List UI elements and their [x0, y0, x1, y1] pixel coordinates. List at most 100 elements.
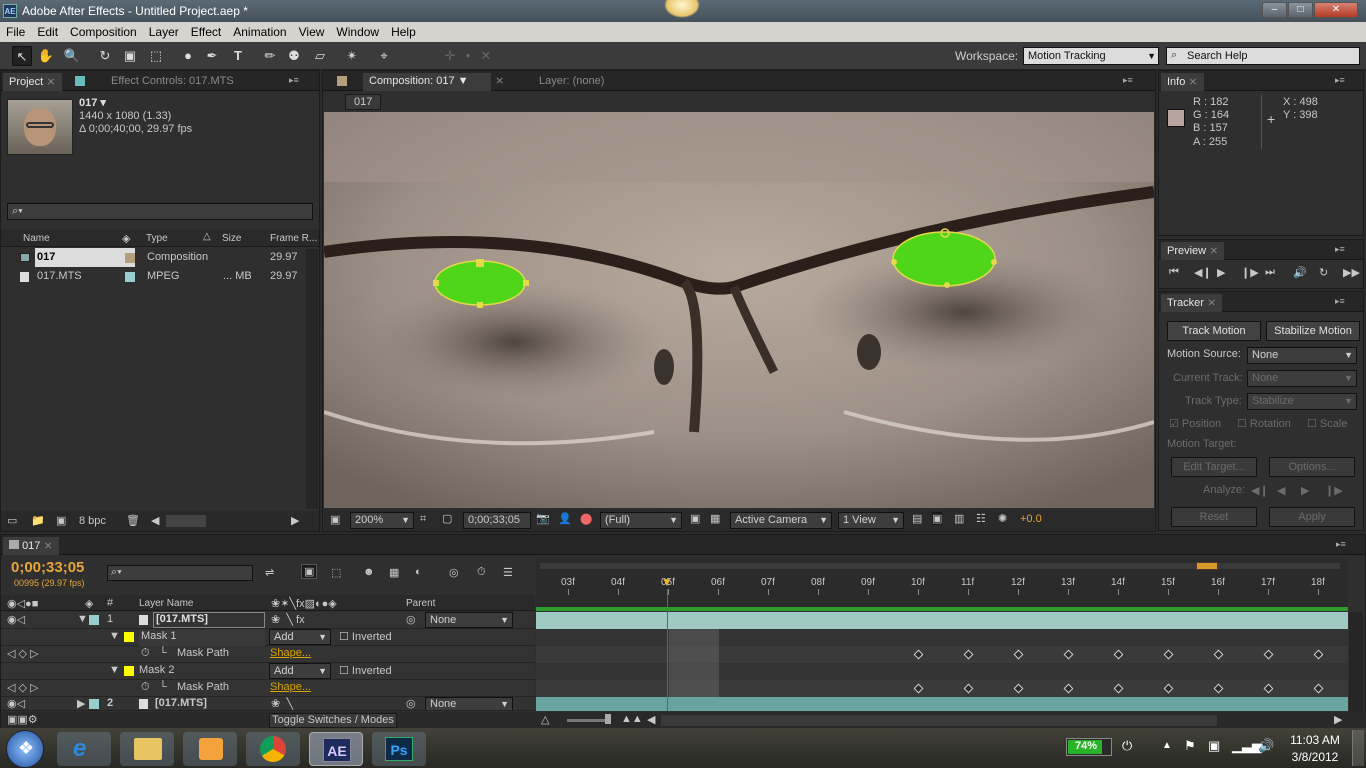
interpret-footage-icon[interactable]: ▭: [7, 514, 17, 527]
panel-menu-icon[interactable]: ▸≡: [1335, 296, 1349, 306]
roto-brush-tool-icon[interactable]: ✴: [342, 46, 362, 66]
expand-triangle-icon[interactable]: ▼: [109, 664, 120, 676]
new-folder-icon[interactable]: 📁: [31, 514, 45, 527]
playhead-icon[interactable]: ▼: [661, 575, 673, 589]
layer-2-parent-select[interactable]: None ▼: [425, 697, 513, 710]
col-size[interactable]: Size: [222, 233, 241, 244]
project-search-input[interactable]: ⌕▾: [7, 203, 313, 220]
close-icon[interactable]: ⨯: [1188, 76, 1197, 88]
show-snapshot-icon[interactable]: 👤: [558, 512, 572, 525]
first-frame-icon[interactable]: ⏮: [1169, 266, 1179, 279]
close-icon[interactable]: ⨯: [46, 76, 55, 88]
snapshot-camera-icon[interactable]: 📷: [536, 512, 550, 525]
layer-1-duration-bar[interactable]: [536, 612, 1348, 629]
mask-1-path-row[interactable]: ◁ ◇ ▷ ⏱ └ Mask Path Shape...: [1, 646, 535, 663]
panel-menu-icon[interactable]: ▸≡: [1123, 75, 1137, 85]
reset-exposure-icon[interactable]: ✺: [998, 512, 1007, 525]
timeline-h-scroll-thumb[interactable]: [661, 715, 1217, 726]
mask-2-mode-select[interactable]: Add ▼: [269, 663, 331, 679]
close-icon[interactable]: ⨯: [43, 540, 52, 552]
brainstorm-icon[interactable]: ◎: [449, 566, 459, 579]
layer-row-1[interactable]: ◉◁ ▼ 1 [017.MTS] ❀ ╲ fx ◎ None ▼: [1, 612, 535, 629]
mask-2-inverted-checkbox[interactable]: ☐ Inverted: [339, 664, 392, 677]
work-area-bar[interactable]: [540, 563, 1340, 569]
menu-help[interactable]: Help: [385, 22, 422, 39]
flowchart-icon[interactable]: ☷: [976, 512, 986, 525]
mask-1-mode-select[interactable]: Add ▼: [269, 629, 331, 645]
camera-view-select[interactable]: Active Camera ▼: [730, 512, 832, 529]
maximize-button[interactable]: □: [1288, 2, 1313, 18]
brush-tool-icon[interactable]: ✏: [260, 46, 280, 66]
photoshop-taskbar-button[interactable]: Ps: [372, 732, 426, 766]
last-frame-icon[interactable]: ⏭: [1265, 266, 1275, 279]
project-row-comp[interactable]: 017 Composition 29.97: [15, 248, 305, 267]
project-row-footage[interactable]: 017.MTS MPEG ... MB 29.97: [15, 267, 305, 286]
expand-triangle-icon[interactable]: ▶: [77, 697, 85, 710]
motion-source-select[interactable]: None ▼: [1247, 347, 1357, 364]
menu-animation[interactable]: Animation: [227, 22, 292, 39]
start-button[interactable]: ❖: [6, 730, 44, 768]
panel-menu-icon[interactable]: ▸≡: [289, 75, 303, 85]
track-motion-button[interactable]: Track Motion: [1167, 321, 1261, 341]
time-ruler[interactable]: 03f 04f 05f 06f 07f 08f 09f 10f 11f 12f 13f 14f 15f 1…: [536, 559, 1348, 595]
zoom-in-mountain-icon[interactable]: ▲▲: [621, 713, 643, 725]
scroll-right-icon[interactable]: ▶: [1334, 713, 1342, 726]
tab-effect-controls[interactable]: Effect Controls: 017.MTS: [105, 73, 240, 91]
exposure-value[interactable]: +0.0: [1020, 513, 1042, 525]
timeline-search-input[interactable]: ⌕▾: [107, 565, 253, 581]
camera-tool-icon[interactable]: ▣: [120, 46, 140, 66]
stabilize-motion-button[interactable]: Stabilize Motion: [1266, 321, 1360, 341]
mask-1-shape-link[interactable]: Shape...: [270, 647, 311, 659]
parent-pickwhip-icon[interactable]: ◎: [406, 613, 416, 626]
layer-2-name[interactable]: [017.MTS]: [155, 697, 207, 709]
layer-1-name[interactable]: [017.MTS]: [153, 612, 265, 628]
previous-frame-icon[interactable]: ◀❙: [1194, 266, 1212, 279]
show-hidden-icons[interactable]: ▲: [1162, 740, 1172, 751]
panel-menu-icon[interactable]: ▸≡: [1335, 244, 1349, 254]
eraser-tool-icon[interactable]: ▱: [310, 46, 330, 66]
toggle-switches-modes-button[interactable]: Toggle Switches / Modes: [269, 713, 397, 728]
graph-editor-icon[interactable]: ☰: [503, 566, 513, 579]
mask-2-name[interactable]: Mask 2: [139, 664, 174, 676]
expand-triangle-icon[interactable]: ▼: [77, 613, 88, 625]
tab-info[interactable]: Info ⨯: [1161, 73, 1204, 91]
scroll-right-icon[interactable]: ▶: [291, 514, 299, 527]
layer-row-2[interactable]: ◉◁ ▶ 2 [017.MTS] ❀ ╲ ◎ None ▼: [1, 697, 535, 711]
tab-layer[interactable]: Layer: (none): [533, 73, 610, 91]
close-icon[interactable]: ⨯: [1209, 245, 1218, 257]
play-icon[interactable]: ▶: [1217, 266, 1225, 279]
current-time-indicator[interactable]: [667, 589, 668, 711]
layer-switches-icons[interactable]: ❀ ╲ fx: [271, 613, 305, 626]
view-layout-select[interactable]: 1 View ▼: [838, 512, 904, 529]
timeline-icon[interactable]: ▥: [954, 512, 964, 525]
col-frame-rate[interactable]: Frame R...: [270, 233, 317, 244]
stopwatch-icon[interactable]: ⏱: [141, 647, 150, 660]
clock[interactable]: 11:03 AM 3/8/2012: [1286, 733, 1344, 764]
media-player-button[interactable]: [183, 732, 237, 766]
scroll-left-icon[interactable]: ◀: [151, 514, 159, 527]
label-color-swatch[interactable]: [89, 699, 99, 709]
col-layer-name[interactable]: Layer Name: [139, 598, 193, 609]
ellipse-tool-icon[interactable]: ●: [178, 46, 198, 66]
menu-layer[interactable]: Layer: [143, 22, 185, 39]
stopwatch-icon[interactable]: ⏱: [141, 681, 150, 694]
video-visibility-icon[interactable]: ◉◁: [7, 613, 25, 626]
workspace-select[interactable]: Motion Tracking ▼: [1023, 47, 1159, 65]
col-name[interactable]: Name: [23, 233, 50, 244]
tab-project[interactable]: Project ⨯: [3, 73, 62, 91]
after-effects-taskbar-button[interactable]: AE: [309, 732, 363, 766]
composition-viewer[interactable]: [324, 112, 1154, 508]
h-scroll-thumb[interactable]: [166, 515, 206, 527]
rotation-tool-icon[interactable]: ↻: [95, 46, 115, 66]
mask-color-swatch[interactable]: [124, 632, 134, 642]
draft-3d-icon[interactable]: ⬚: [331, 566, 341, 579]
mask-1-name[interactable]: Mask 1: [139, 630, 265, 646]
puppet-pin-tool-icon[interactable]: ⌖: [374, 46, 394, 66]
col-parent[interactable]: Parent: [406, 598, 435, 609]
internet-explorer-button[interactable]: e: [57, 732, 111, 766]
menu-effect[interactable]: Effect: [185, 22, 227, 39]
next-frame-icon[interactable]: ❙▶: [1241, 266, 1259, 279]
transparency-grid-icon[interactable]: ▦: [710, 512, 720, 525]
current-time-field[interactable]: 0;00;33;05: [463, 512, 531, 529]
close-icon[interactable]: ⨯: [495, 74, 504, 87]
